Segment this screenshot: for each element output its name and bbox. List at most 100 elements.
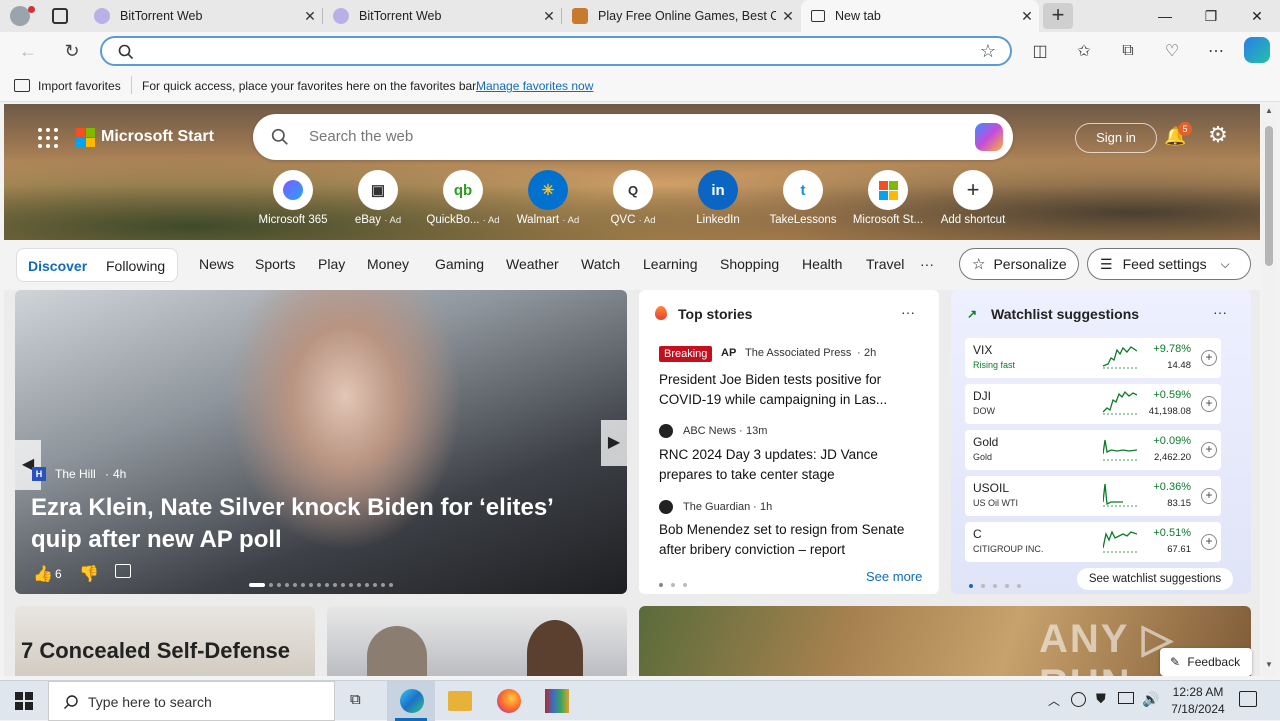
next-arrow-icon[interactable]: ▶ (601, 420, 627, 466)
story-headline[interactable]: RNC 2024 Day 3 updates: JD Vance prepare… (659, 445, 921, 485)
add-to-watchlist-icon[interactable]: + (1201, 396, 1217, 412)
close-tab-icon[interactable]: ✕ (298, 8, 322, 25)
back-icon[interactable]: ← (14, 37, 42, 65)
split-screen-icon[interactable]: ◫ (1026, 37, 1054, 65)
firefox-icon[interactable] (497, 689, 521, 713)
watchlist-title[interactable]: Watchlist suggestions (991, 306, 1139, 322)
browser-essentials-icon[interactable]: ♡ (1158, 37, 1186, 65)
web-search-box[interactable]: Search the web (253, 114, 1013, 160)
settings-gear-icon[interactable]: ⚙ (1206, 124, 1230, 148)
nav-shopping[interactable]: Shopping (720, 256, 779, 272)
add-to-watchlist-icon[interactable]: + (1201, 350, 1217, 366)
chevron-up-icon[interactable]: ︿ (1048, 692, 1060, 709)
hide-story-icon[interactable] (115, 564, 131, 578)
restore-button[interactable]: ❐ (1188, 0, 1234, 32)
close-tab-icon[interactable]: ✕ (1015, 8, 1039, 25)
clock-date[interactable]: 7/18/2024 (1168, 702, 1228, 716)
tab-online-games[interactable]: Play Free Online Games, Best Onl ✕ (562, 0, 800, 32)
stock-row[interactable]: VIX Rising fast +9.78% 14.48 + (965, 338, 1221, 378)
close-window-button[interactable]: ✕ (1234, 0, 1280, 32)
sign-in-button[interactable]: Sign in (1075, 123, 1157, 153)
more-menu-icon[interactable]: ⋯ (1202, 37, 1230, 65)
windows-start-icon[interactable] (15, 692, 33, 710)
stock-row[interactable]: USOIL US Oil WTI +0.36% 83.15 + (965, 476, 1221, 516)
nav-travel[interactable]: Travel (866, 256, 904, 272)
tab-bittorrent-1[interactable]: BitTorrent Web ✕ (84, 0, 322, 32)
tab-actions-icon[interactable] (52, 8, 68, 24)
thumbs-down-icon[interactable]: 👎 (79, 564, 99, 584)
close-tab-icon[interactable]: ✕ (776, 8, 800, 25)
nav-gaming[interactable]: Gaming (435, 256, 484, 272)
refresh-icon[interactable]: ↻ (58, 37, 86, 65)
notification-center-icon[interactable] (1239, 691, 1257, 707)
volume-icon[interactable]: 🔊 (1142, 691, 1159, 708)
hero-headline[interactable]: Ezra Klein, Nate Silver knock Biden for … (31, 492, 601, 556)
shortcut-quickbooks[interactable]: qb QuickBo... · Ad (421, 170, 505, 226)
shortcut-microsoft-365[interactable]: Microsoft 365 (251, 170, 335, 226)
personalize-button[interactable]: ☆ Personalize (959, 248, 1079, 280)
thumbs-up-icon[interactable]: 👍 (33, 564, 53, 584)
story-card[interactable]: 7 Concealed Self-Defense (15, 606, 315, 676)
nav-health[interactable]: Health (802, 256, 842, 272)
add-to-watchlist-icon[interactable]: + (1201, 534, 1217, 550)
shortcut-takelessons[interactable]: t TakeLessons (761, 170, 845, 226)
feed-settings-button[interactable]: ☰ Feed settings ⌵ (1087, 248, 1251, 280)
clock-time[interactable]: 12:28 AM (1168, 685, 1228, 699)
taskbar-search-box[interactable]: Type here to search (48, 681, 335, 721)
nav-watch[interactable]: Watch (581, 256, 620, 272)
import-favorites-button[interactable]: Import favorites (38, 79, 121, 93)
winrar-icon[interactable] (545, 689, 569, 713)
add-to-watchlist-icon[interactable]: + (1201, 442, 1217, 458)
more-options-icon[interactable]: ··· (1213, 304, 1227, 320)
copilot-icon[interactable] (975, 123, 1003, 151)
story-headline[interactable]: Bob Menendez set to resign from Senate a… (659, 520, 921, 560)
story-card[interactable] (327, 606, 627, 676)
close-tab-icon[interactable]: ✕ (537, 8, 561, 25)
tab-discover[interactable]: Discover (28, 258, 87, 274)
brand-name[interactable]: Microsoft Start (101, 128, 214, 146)
nav-learning[interactable]: Learning (643, 256, 698, 272)
tab-following[interactable]: Following (106, 258, 165, 274)
feedback-button[interactable]: ✎ Feedback (1160, 648, 1252, 676)
see-watchlist-button[interactable]: See watchlist suggestions (1077, 568, 1233, 590)
security-icon[interactable]: ⛊ (1096, 691, 1106, 707)
shortcut-microsoft-store[interactable]: Microsoft St... (846, 170, 930, 226)
favorite-star-icon[interactable]: ☆ (980, 41, 996, 62)
stock-row[interactable]: C CITIGROUP INC. +0.51% 67.61 + (965, 522, 1221, 562)
shortcut-ebay[interactable]: ▣ eBay · Ad (336, 170, 420, 226)
manage-favorites-link[interactable]: Manage favorites now (476, 79, 593, 93)
network-globe-icon[interactable] (1071, 692, 1086, 707)
tab-bittorrent-2[interactable]: BitTorrent Web ✕ (323, 0, 561, 32)
page-scrollbar[interactable]: ▲ ▼ (1262, 104, 1276, 676)
scrollbar-thumb[interactable] (1265, 126, 1273, 266)
more-options-icon[interactable]: ··· (901, 304, 915, 320)
file-explorer-icon[interactable] (448, 691, 472, 711)
nav-more-button[interactable]: ··· (920, 256, 934, 272)
shortcut-walmart[interactable]: ✳ Walmart · Ad (506, 170, 590, 226)
collections-icon[interactable]: ⧉ (1114, 37, 1142, 65)
app-launcher-icon[interactable] (38, 128, 58, 148)
nav-news[interactable]: News (199, 256, 234, 272)
pager-dots[interactable] (659, 574, 691, 592)
nav-sports[interactable]: Sports (255, 256, 295, 272)
new-tab-button[interactable]: + (1043, 3, 1073, 29)
see-more-link[interactable]: See more (866, 569, 922, 584)
pager-dots[interactable] (969, 575, 1025, 593)
tab-new-tab[interactable]: New tab ✕ (801, 0, 1039, 32)
hero-story-card[interactable]: ◀ ▶ H The Hill · 4h Ezra Klein, Nate Sil… (15, 290, 627, 594)
carousel-dots[interactable] (249, 574, 397, 592)
task-view-icon[interactable]: ⧉ (350, 691, 370, 711)
minimize-button[interactable]: — (1142, 0, 1188, 32)
shortcut-linkedin[interactable]: in LinkedIn (676, 170, 760, 226)
copilot-icon[interactable] (1244, 37, 1270, 63)
stock-row[interactable]: DJI DOW +0.59% 41,198.08 + (965, 384, 1221, 424)
shortcut-add[interactable]: + Add shortcut (931, 170, 1015, 226)
display-icon[interactable] (1118, 692, 1134, 704)
top-stories-title[interactable]: Top stories (678, 306, 752, 322)
address-bar[interactable]: ☆ (100, 36, 1012, 66)
profile-avatar[interactable] (10, 6, 30, 26)
nav-play[interactable]: Play (318, 256, 345, 272)
nav-weather[interactable]: Weather (506, 256, 559, 272)
favorites-icon[interactable]: ✩ (1070, 37, 1098, 65)
taskbar-edge-button[interactable] (387, 681, 435, 721)
